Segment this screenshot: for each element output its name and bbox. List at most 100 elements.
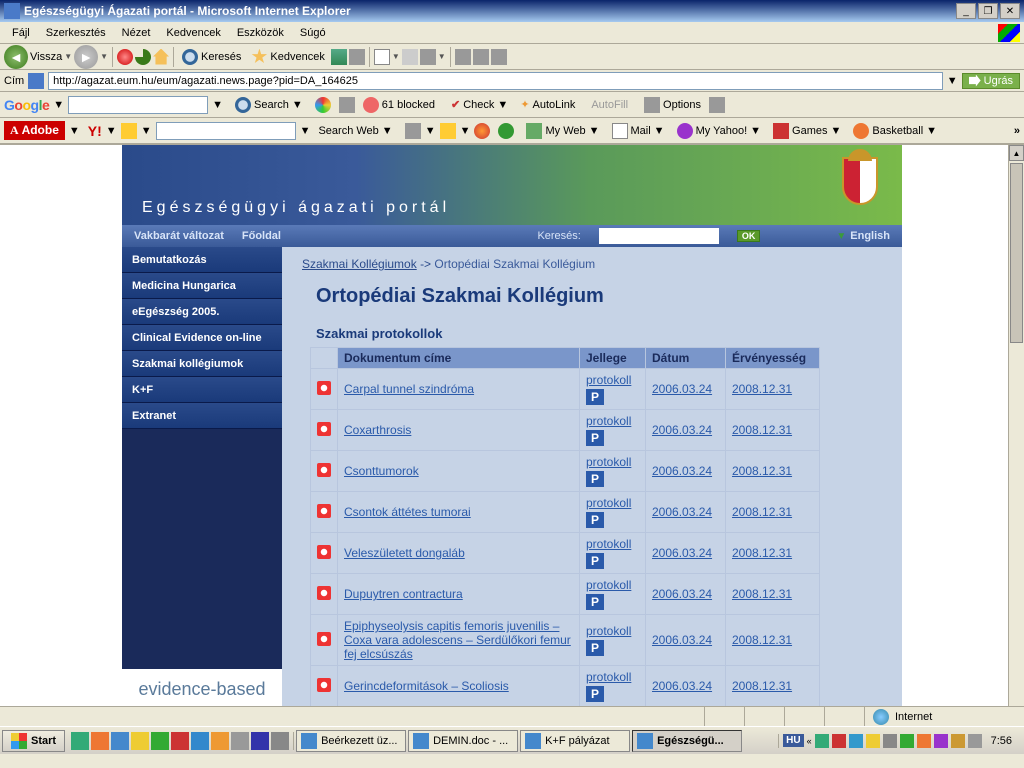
- tray-icon[interactable]: [832, 734, 846, 748]
- protokoll-link[interactable]: protokoll: [586, 373, 631, 387]
- date-link[interactable]: 2006.03.24: [652, 679, 712, 693]
- doc-link[interactable]: Dupuytren contractura: [344, 587, 463, 601]
- highlight-icon[interactable]: [709, 97, 725, 113]
- protokoll-link[interactable]: protokoll: [586, 578, 631, 592]
- shield-icon[interactable]: [498, 123, 514, 139]
- ql-word-icon[interactable]: [191, 732, 209, 750]
- tray-icon[interactable]: [883, 734, 897, 748]
- portal-search-input[interactable]: [599, 228, 719, 244]
- sidebar-item-bemutatkozas[interactable]: Bemutatkozás: [122, 247, 282, 273]
- col-validity[interactable]: Érvényesség: [726, 348, 820, 369]
- home-icon[interactable]: [153, 49, 169, 65]
- tray-icon[interactable]: [917, 734, 931, 748]
- yahoo-search-input[interactable]: [156, 122, 296, 140]
- tray-icon[interactable]: [934, 734, 948, 748]
- protokoll-link[interactable]: protokoll: [586, 455, 631, 469]
- menu-edit[interactable]: Szerkesztés: [38, 25, 114, 41]
- minimize-button[interactable]: _: [956, 3, 976, 19]
- protokoll-link[interactable]: protokoll: [586, 624, 631, 638]
- taskbar-task[interactable]: K+F pályázat: [520, 730, 630, 752]
- date-link[interactable]: 2006.03.24: [652, 382, 712, 396]
- tray-icon[interactable]: [900, 734, 914, 748]
- search-ok-button[interactable]: OK: [737, 230, 761, 242]
- close-button[interactable]: ✕: [1000, 3, 1020, 19]
- scroll-up-button[interactable]: ▲: [1009, 145, 1024, 161]
- check-button[interactable]: ✔Check▼: [447, 96, 512, 113]
- games-button[interactable]: Games▼: [769, 121, 845, 141]
- print-icon[interactable]: [402, 49, 418, 65]
- basketball-button[interactable]: Basketball▼: [849, 121, 941, 141]
- tray-icon[interactable]: [815, 734, 829, 748]
- autolink-button[interactable]: ✦AutoLink: [516, 96, 579, 113]
- myyahoo-button[interactable]: My Yahoo!▼: [673, 121, 765, 141]
- messenger-icon[interactable]: [491, 49, 507, 65]
- back-label[interactable]: Vissza: [30, 51, 62, 63]
- myweb-button[interactable]: My Web▼: [522, 121, 603, 141]
- sidebar-item-medicina[interactable]: Medicina Hungarica: [122, 273, 282, 299]
- sidebar-item-extranet[interactable]: Extranet: [122, 403, 282, 429]
- sidebar-item-eegeszseg[interactable]: eEgészség 2005.: [122, 299, 282, 325]
- news-icon[interactable]: [339, 97, 355, 113]
- stop-icon[interactable]: [117, 49, 133, 65]
- research-icon[interactable]: [473, 49, 489, 65]
- favorites-button[interactable]: Kedvencek: [247, 47, 328, 67]
- google-search-input[interactable]: [68, 96, 208, 114]
- tray-expand[interactable]: «: [807, 736, 812, 746]
- ql-save-icon[interactable]: [251, 732, 269, 750]
- google-logo[interactable]: Google: [4, 97, 49, 113]
- doc-link[interactable]: Coxarthrosis: [344, 423, 411, 437]
- menu-file[interactable]: Fájl: [4, 25, 38, 41]
- menu-tools[interactable]: Eszközök: [229, 25, 292, 41]
- autofill-button[interactable]: AutoFill: [587, 97, 632, 113]
- evidence-based-banner[interactable]: evidence-based: [122, 669, 282, 709]
- taskbar-task[interactable]: Beérkezett üz...: [296, 730, 406, 752]
- validity-link[interactable]: 2008.12.31: [732, 679, 792, 693]
- yahoo-logo[interactable]: Y!: [88, 123, 102, 139]
- edit-icon[interactable]: [420, 49, 436, 65]
- go-button[interactable]: Ugrás: [962, 73, 1020, 89]
- sidebar-item-clinical-evidence[interactable]: Clinical Evidence on-line: [122, 325, 282, 351]
- search-web-button[interactable]: Search Web▼: [314, 123, 396, 139]
- ql-excel-icon[interactable]: [151, 732, 169, 750]
- ql-icon[interactable]: [271, 732, 289, 750]
- validity-link[interactable]: 2008.12.31: [732, 546, 792, 560]
- breadcrumb-root[interactable]: Szakmai Kollégiumok: [302, 257, 417, 271]
- media-icon[interactable]: [331, 49, 347, 65]
- validity-link[interactable]: 2008.12.31: [732, 382, 792, 396]
- vertical-scrollbar[interactable]: ▲ ▼: [1008, 145, 1024, 726]
- ql-access-icon[interactable]: [171, 732, 189, 750]
- accessible-link[interactable]: Vakbarát változat: [134, 230, 224, 242]
- validity-link[interactable]: 2008.12.31: [732, 633, 792, 647]
- validity-link[interactable]: 2008.12.31: [732, 587, 792, 601]
- menu-favorites[interactable]: Kedvencek: [158, 25, 228, 41]
- pagerank-icon[interactable]: [315, 97, 331, 113]
- language-indicator[interactable]: HU: [783, 734, 803, 747]
- google-search-button[interactable]: Search▼: [231, 95, 307, 115]
- tray-icon[interactable]: [968, 734, 982, 748]
- validity-link[interactable]: 2008.12.31: [732, 464, 792, 478]
- address-input[interactable]: [48, 72, 943, 90]
- date-link[interactable]: 2006.03.24: [652, 633, 712, 647]
- adobe-logo[interactable]: A Adobe: [4, 121, 65, 140]
- ql-icon[interactable]: [231, 732, 249, 750]
- mail-button[interactable]: Mail▼: [608, 121, 669, 141]
- history-icon[interactable]: [349, 49, 365, 65]
- sidebar-item-kf[interactable]: K+F: [122, 377, 282, 403]
- tray-icon[interactable]: [951, 734, 965, 748]
- col-type[interactable]: Jellege: [580, 348, 646, 369]
- discuss-icon[interactable]: [455, 49, 471, 65]
- tray-volume-icon[interactable]: [866, 734, 880, 748]
- language-switch[interactable]: ▼English: [836, 230, 890, 242]
- search-button[interactable]: Keresés: [178, 47, 245, 67]
- home-link[interactable]: Főoldal: [242, 230, 281, 242]
- toolbar-overflow[interactable]: »: [1014, 125, 1020, 137]
- start-button[interactable]: Start: [2, 730, 65, 752]
- popup-blocked-button[interactable]: 61 blocked: [359, 95, 439, 115]
- ql-icon[interactable]: [91, 732, 109, 750]
- address-dropdown[interactable]: ▼: [947, 75, 958, 87]
- scroll-thumb[interactable]: [1010, 163, 1023, 343]
- refresh-icon[interactable]: [135, 49, 151, 65]
- doc-link[interactable]: Carpal tunnel szindróma: [344, 382, 474, 396]
- doc-link[interactable]: Csonttumorok: [344, 464, 419, 478]
- clock[interactable]: 7:56: [985, 735, 1018, 747]
